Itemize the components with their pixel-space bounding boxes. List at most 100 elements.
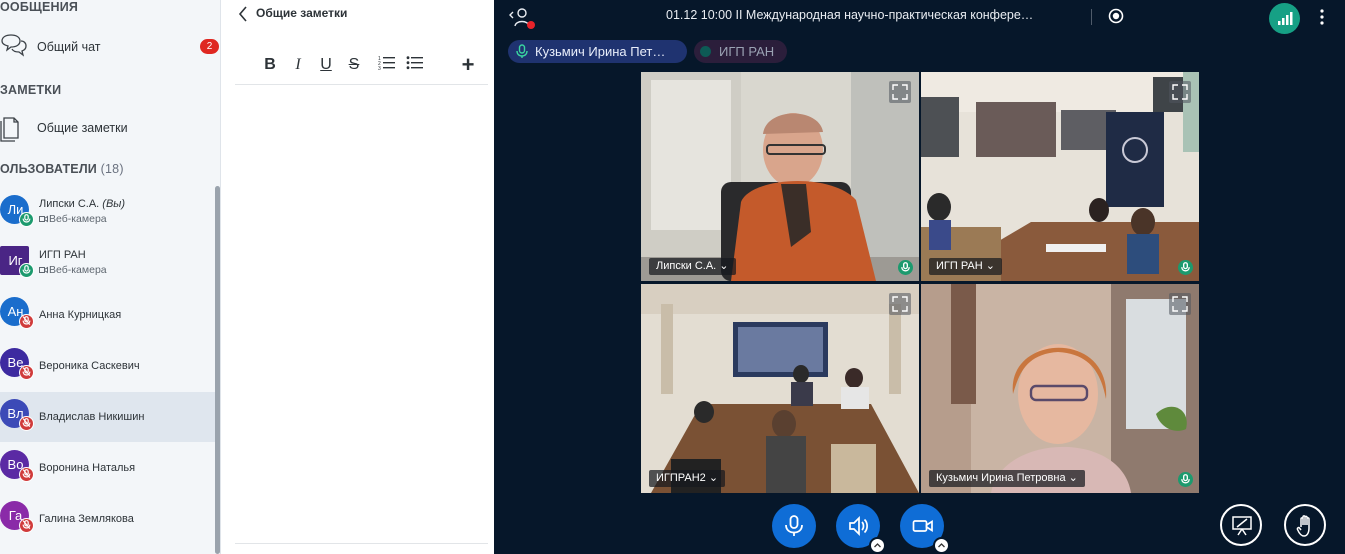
microphone-icon: [898, 260, 913, 275]
webcam-icon: [39, 213, 49, 225]
italic-button[interactable]: I: [288, 55, 308, 75]
talking-indicator-pill[interactable]: ИГП РАН: [694, 40, 787, 63]
user-name: Вероника Саскевич: [39, 360, 140, 372]
meeting-title: 01.12 10:00 II Международная научно-прак…: [666, 8, 1034, 22]
users-count: (18): [100, 162, 124, 176]
user-list-item[interactable]: Ве Вероника Саскевич: [0, 341, 216, 391]
video-tile-kuzmich[interactable]: Кузьмич Ирина Петровна ⌄: [921, 284, 1199, 493]
audio-button[interactable]: [836, 504, 886, 554]
user-list-scrollbar[interactable]: [215, 186, 220, 554]
user-name: Воронина Наталья: [39, 462, 135, 474]
video-tile-igp-ran2[interactable]: ИГПРАН2 ⌄: [641, 284, 919, 493]
user-name-text: Вероника Саскевич: [39, 360, 140, 372]
options-menu-icon[interactable]: [1314, 8, 1330, 26]
recording-indicator-icon[interactable]: [1108, 8, 1124, 24]
tile-name: Кузьмич Ирина Петровна: [936, 472, 1066, 484]
users-section-title: ОЛЬЗОВАТЕЛИ (18): [0, 162, 124, 176]
tile-user-label[interactable]: ИГПРАН2 ⌄: [649, 470, 726, 487]
presentation-screen-icon: [1232, 516, 1252, 536]
speaker-volume-icon: [849, 515, 868, 537]
user-name-text: Воронина Наталья: [39, 462, 136, 474]
user-name: Галина Землякова: [39, 513, 134, 525]
fullscreen-icon[interactable]: [889, 293, 911, 315]
microphone-icon: [19, 263, 34, 278]
bullet-list-icon[interactable]: [405, 55, 425, 75]
strikethrough-button[interactable]: S: [344, 55, 364, 75]
user-status: Веб-камера: [39, 264, 107, 276]
notes-section-title: ЗАМЕТКИ: [0, 83, 62, 97]
user-list-item[interactable]: Иг ИГП РАН Веб-камера: [0, 239, 216, 289]
unread-count-badge: 2: [200, 39, 219, 54]
shared-notes-panel: Общие заметки B I U S 1 2 3 +: [221, 0, 494, 554]
user-status: Веб-камера: [39, 213, 107, 225]
user-name-text: Анна Курницкая: [39, 309, 122, 321]
talking-dot: [700, 46, 711, 57]
back-chevron-icon[interactable]: [236, 4, 250, 24]
user-list-item[interactable]: Вл Владислав Никишин: [0, 392, 216, 442]
hand-icon: [1296, 515, 1310, 537]
audio-options-caret[interactable]: [869, 537, 886, 554]
video-tile-lipski[interactable]: Липски С.А. ⌄: [641, 72, 919, 281]
shared-notes-item[interactable]: Общие заметки: [0, 108, 220, 148]
shared-notes-label: Общие заметки: [37, 121, 128, 135]
microphone-icon: [19, 212, 34, 227]
unread-dot: [527, 21, 535, 29]
toolbar-divider: [235, 84, 488, 85]
video-feed-igp-ran2: [641, 284, 919, 493]
microphone-muted-icon: [19, 518, 34, 533]
user-name: Липски С.А. (Вы): [39, 198, 125, 210]
microphone-icon: [1178, 472, 1193, 487]
user-list-item[interactable]: Ли Липски С.А. (Вы) Веб-камера: [0, 188, 216, 238]
webcam-icon: [39, 264, 49, 276]
user-name: Анна Курницкая: [39, 309, 121, 321]
microphone-icon: [785, 515, 803, 536]
tile-name: ИГПРАН2: [656, 472, 706, 484]
user-name-text: Липски С.А.: [39, 198, 100, 210]
user-name: Владислав Никишин: [39, 411, 144, 423]
users-section-label: ОЛЬЗОВАТЕЛИ: [0, 162, 97, 176]
presentation-button[interactable]: [1220, 504, 1262, 546]
video-tile-igp-ran[interactable]: ИГП РАН ⌄: [921, 72, 1199, 281]
you-marker: (Вы): [102, 198, 126, 210]
chat-bubbles-icon: [0, 33, 28, 61]
bold-button[interactable]: B: [260, 55, 280, 75]
messages-section-title: ООБЩЕНИЯ: [0, 0, 79, 14]
tile-name: Липски С.А.: [656, 260, 717, 272]
tile-user-label[interactable]: ИГП РАН ⌄: [929, 258, 1002, 275]
microphone-muted-icon: [19, 467, 34, 482]
video-feed-igp-ran: [921, 72, 1199, 281]
tile-name: ИГП РАН: [936, 260, 983, 272]
user-name-text: Владислав Никишин: [39, 411, 145, 423]
camera-button[interactable]: [900, 504, 950, 554]
user-list-toggle-icon[interactable]: [508, 6, 535, 30]
camera-options-caret[interactable]: [933, 537, 950, 554]
user-name-text: Галина Землякова: [39, 513, 134, 525]
fullscreen-icon[interactable]: [889, 81, 911, 103]
connection-status-icon[interactable]: [1269, 3, 1300, 34]
public-chat-item[interactable]: Общий чат 2: [0, 27, 220, 67]
add-button[interactable]: +: [458, 54, 478, 76]
editor-bottom-divider: [235, 543, 488, 544]
microphone-muted-icon: [19, 365, 34, 380]
underline-button[interactable]: U: [316, 55, 336, 75]
fullscreen-icon[interactable]: [1169, 293, 1191, 315]
tile-user-label[interactable]: Кузьмич Ирина Петровна ⌄: [929, 470, 1085, 487]
user-status-text: Веб-камера: [49, 264, 107, 276]
talking-indicator-name: ИГП РАН: [719, 44, 775, 59]
current-speaker-pill[interactable]: Кузьмич Ирина Пет…: [508, 40, 687, 63]
user-name: ИГП РАН: [39, 249, 86, 261]
tile-user-label[interactable]: Липски С.А. ⌄: [649, 258, 736, 275]
user-list-sidebar: ООБЩЕНИЯ Общий чат 2 ЗАМЕТКИ Общие замет…: [0, 0, 221, 554]
user-list-item[interactable]: Ан Анна Курницкая: [0, 290, 216, 340]
ordered-list-icon[interactable]: 1 2 3: [377, 55, 397, 75]
microphone-button[interactable]: [772, 504, 816, 548]
microphone-muted-icon: [19, 314, 34, 329]
user-list-item[interactable]: Во Воронина Наталья: [0, 443, 216, 493]
user-list-item[interactable]: Га Галина Землякова: [0, 494, 216, 544]
user-name-text: ИГП РАН: [39, 249, 86, 261]
notes-document-icon: [0, 114, 28, 142]
microphone-icon: [516, 44, 528, 58]
svg-text:3: 3: [378, 66, 381, 71]
raise-hand-button[interactable]: [1284, 504, 1326, 546]
fullscreen-icon[interactable]: [1169, 81, 1191, 103]
